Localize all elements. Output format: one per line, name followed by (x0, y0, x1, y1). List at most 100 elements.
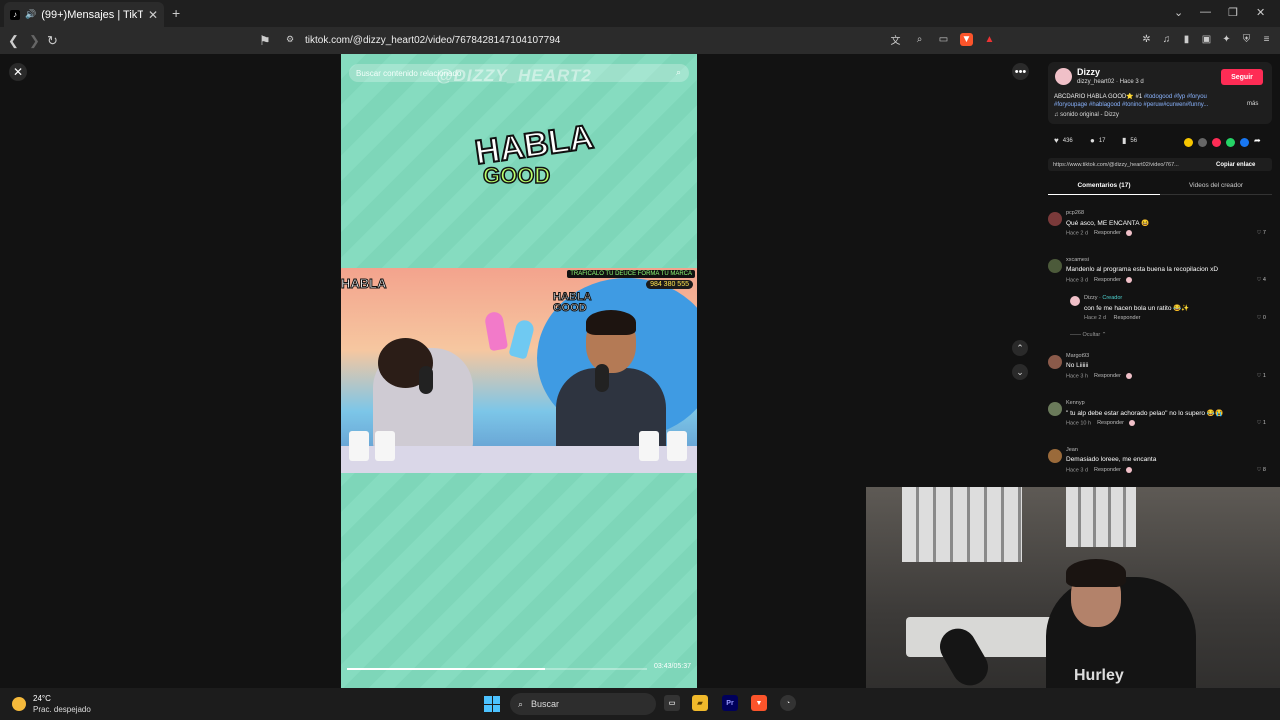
video-progress-bar[interactable] (347, 668, 647, 670)
new-tab-button[interactable]: + (172, 5, 180, 21)
forward-icon[interactable]: ❯ (29, 33, 40, 49)
avatar[interactable] (1048, 355, 1062, 369)
weather-description[interactable]: Prac. despejado (33, 705, 91, 714)
avatar[interactable] (1048, 402, 1062, 416)
like-button[interactable]: ♥ 436 (1054, 136, 1073, 145)
reload-icon[interactable]: ↻ (47, 33, 58, 49)
hide-replies-button[interactable]: —— Ocultar ⌃ (1070, 332, 1106, 338)
avatar[interactable] (1048, 212, 1062, 226)
video-timecode: 03:43/05:37 (654, 663, 691, 670)
tab-comments[interactable]: Comentarios (17) (1048, 181, 1160, 195)
video-player[interactable]: Buscar contenido relacionado ⌕ @DIZZY_HE… (341, 54, 697, 688)
comment-meta: Hace 10 h Responder (1066, 420, 1135, 426)
comment-meta: Hace 3 d Responder (1066, 467, 1132, 473)
bookmark-icon[interactable]: ⚑ (259, 33, 271, 49)
share-link-field[interactable]: https://www.tiktok.com/@dizzy_heart02/vi… (1048, 158, 1272, 171)
brave-shields-icon[interactable]: ▼ (960, 33, 973, 46)
search-icon[interactable]: ⌕ (676, 67, 681, 78)
author-name[interactable]: Dizzy (1077, 67, 1100, 77)
comment-likes[interactable]: ♡ 7 (1256, 230, 1266, 236)
close-window-button[interactable]: ✕ (1256, 6, 1265, 19)
browser-tab[interactable]: ♪ 🔊 (99+)Mensajes | TikTok ✕ (4, 2, 164, 27)
comment-user[interactable]: Margot93 (1066, 353, 1089, 359)
comment-button[interactable]: ● 17 (1090, 136, 1106, 145)
mug (667, 431, 687, 461)
comment-likes[interactable]: ♡ 8 (1256, 467, 1266, 473)
avatar[interactable] (1055, 68, 1072, 85)
save-button[interactable]: ▮ 56 (1122, 136, 1137, 145)
more-options-icon[interactable]: ••• (1012, 63, 1029, 80)
comment-likes[interactable]: ♡ 4 (1256, 277, 1266, 283)
weather-icon[interactable] (12, 697, 26, 711)
window-blinds (1066, 487, 1136, 547)
zoom-icon[interactable]: ⌕ (913, 33, 926, 46)
next-video-button[interactable]: ⌄ (1012, 364, 1028, 380)
file-explorer-icon[interactable]: ▰ (692, 695, 708, 711)
window-blinds (902, 487, 1022, 562)
minimize-button[interactable]: — (1200, 6, 1211, 18)
avatar[interactable] (1048, 259, 1062, 273)
copy-link-button[interactable]: Copiar enlace (1216, 158, 1255, 171)
site-info-icon[interactable]: ⚙ (286, 34, 294, 45)
comment-item: Margot93 No Liiiiii Hace 3 h Responder ♡ … (1048, 353, 1272, 387)
clip-phone-badge: 984 380 555 (646, 280, 693, 289)
send-icon[interactable] (1212, 138, 1221, 147)
media-icon[interactable]: ♫ (1160, 33, 1173, 46)
leo-ai-icon[interactable]: ✦ (1220, 33, 1233, 46)
comment-count: 17 (1098, 137, 1106, 144)
description-text: ABCDARIO HABLA GOOD⭐ #1 (1054, 94, 1143, 100)
close-icon[interactable]: ✕ (9, 63, 27, 81)
translate-icon[interactable]: 文 (889, 33, 902, 47)
sidebar-icon[interactable]: ▮ (1180, 33, 1193, 46)
cast-icon[interactable]: ▭ (937, 33, 950, 46)
follow-button[interactable]: Seguir (1221, 69, 1263, 85)
task-view-icon[interactable]: ▭ (664, 695, 680, 711)
tab-list-icon[interactable]: ⌄ (1174, 6, 1183, 19)
share-arrow-icon[interactable]: ➦ (1254, 136, 1263, 145)
whatsapp-icon[interactable] (1226, 138, 1235, 147)
premiere-pro-icon[interactable]: Pr (722, 695, 738, 711)
reply-button[interactable]: Responder (1114, 315, 1141, 321)
reply-button[interactable]: Responder (1094, 277, 1121, 283)
comment-user[interactable]: Kennyp (1066, 400, 1085, 406)
comment-likes[interactable]: ♡ 1 (1256, 420, 1266, 426)
creator-liked-icon (1129, 420, 1135, 426)
reply-button[interactable]: Responder (1094, 373, 1121, 379)
reply-button[interactable]: Responder (1097, 420, 1124, 426)
avatar[interactable] (1048, 449, 1062, 463)
emoji-share-icon[interactable] (1184, 138, 1193, 147)
reply-button[interactable]: Responder (1094, 467, 1121, 473)
sound-link[interactable]: ♫ sonido original - Dizzy (1054, 112, 1119, 118)
reply-user[interactable]: Dizzy · Creador (1084, 295, 1122, 301)
creator-liked-icon (1125, 467, 1132, 473)
embed-icon[interactable] (1198, 138, 1207, 147)
tiktok-favicon-icon: ♪ (10, 9, 20, 20)
previous-video-button[interactable]: ⌃ (1012, 340, 1028, 356)
reply-button[interactable]: Responder (1094, 230, 1121, 236)
menu-icon[interactable]: ≡ (1260, 33, 1273, 46)
comment-user[interactable]: Jean (1066, 447, 1078, 453)
maximize-button[interactable]: ❐ (1228, 6, 1238, 19)
vpn-icon[interactable]: ⛨ (1240, 33, 1253, 46)
comment-user[interactable]: pcp268 (1066, 210, 1084, 216)
brave-browser-icon[interactable]: ▼ (751, 695, 767, 711)
facebook-icon[interactable] (1240, 138, 1249, 147)
popsicle-decoration (508, 318, 536, 360)
tab-close-icon[interactable]: ✕ (148, 8, 158, 22)
back-icon[interactable]: ❮ (8, 33, 19, 49)
app-icon[interactable]: ◔ (780, 695, 796, 711)
tab-creator-videos[interactable]: Videos del creador (1160, 181, 1272, 195)
more-description-link[interactable]: más (1247, 101, 1258, 107)
reply-text: con fe me hacen bola un ratito 😂✨ (1084, 305, 1190, 312)
avatar[interactable] (1070, 296, 1080, 306)
brave-rewards-icon[interactable]: ▲ (983, 33, 996, 46)
video-clip-frame: HABLA HABLA GOOD TRAFICALO TU DEUCE FORM… (341, 268, 697, 473)
reply-likes[interactable]: ♡ 0 (1256, 315, 1266, 321)
taskbar-search[interactable]: ⌕ Buscar (510, 693, 656, 715)
comment-likes[interactable]: ♡ 1 (1256, 373, 1266, 379)
weather-temperature[interactable]: 24°C (33, 694, 51, 703)
start-button[interactable] (484, 696, 500, 712)
wallet-icon[interactable]: ▣ (1200, 33, 1213, 46)
extensions-icon[interactable]: ✲ (1140, 33, 1153, 46)
comment-user[interactable]: xxcamesi (1066, 257, 1089, 263)
